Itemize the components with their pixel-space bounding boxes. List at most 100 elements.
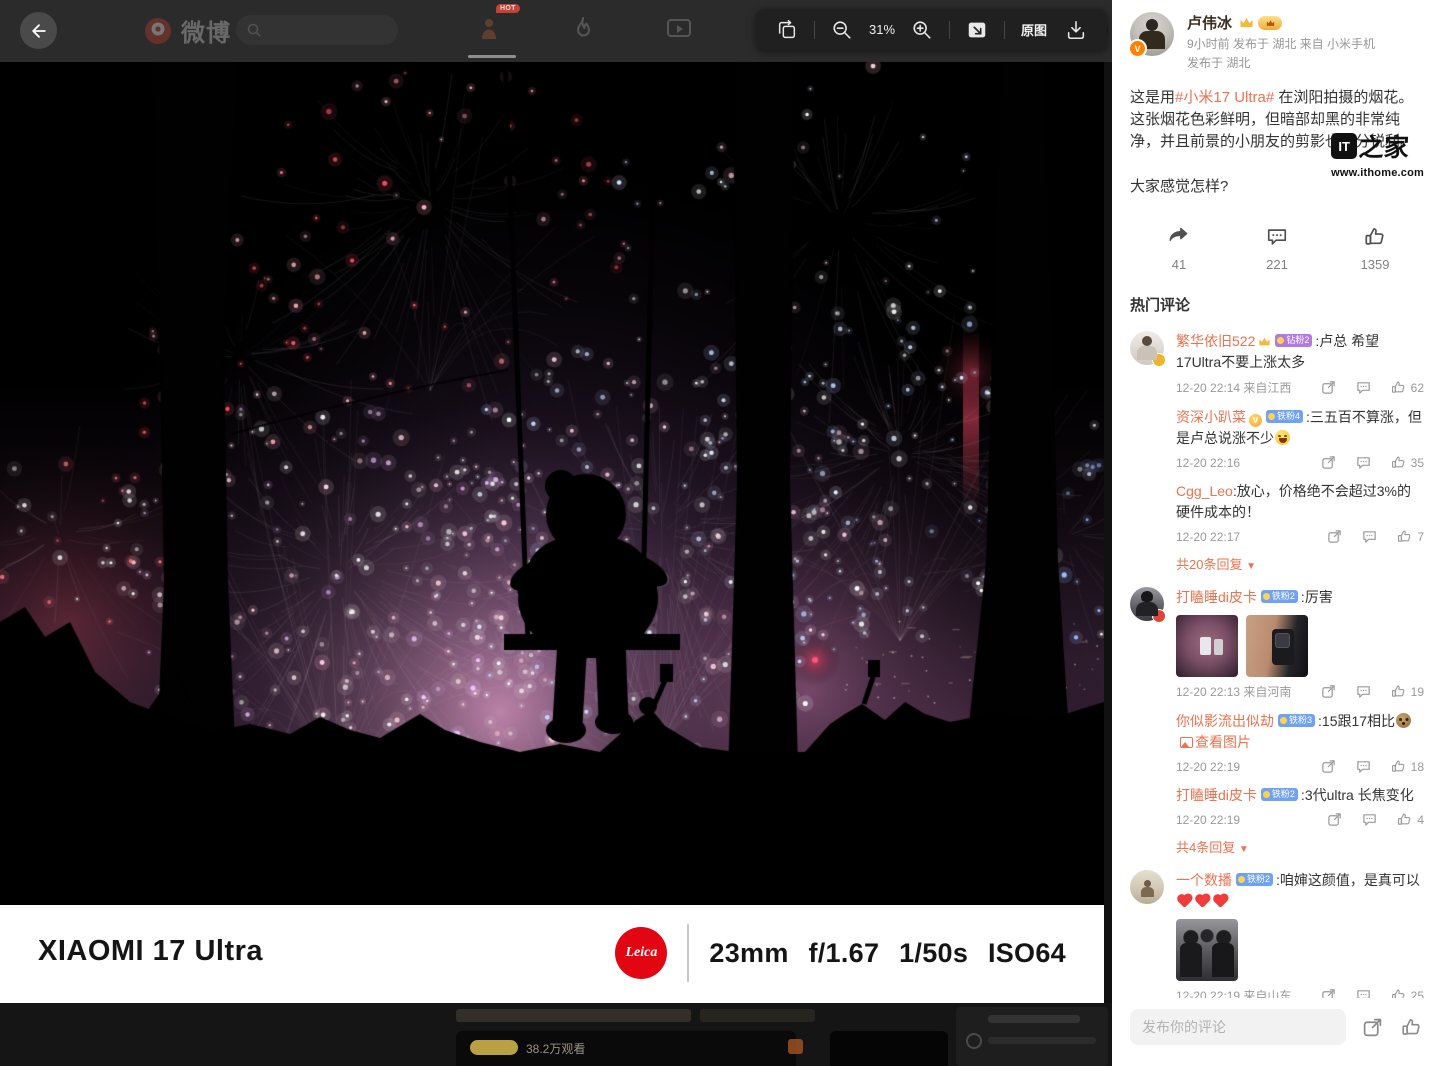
comment-meta: 12-20 22:19 18 xyxy=(1176,759,1424,774)
comment-share-button[interactable] xyxy=(1321,455,1336,470)
chevron-down-icon: ▼ xyxy=(1238,844,1249,855)
dimmed-live-badge xyxy=(470,1040,518,1055)
like-stat[interactable]: 1359 xyxy=(1326,226,1424,272)
comment-content: 繁华依旧522 钻粉2:卢总 希望17Ultra不要上涨太多 xyxy=(1176,331,1424,373)
comment-share-button[interactable] xyxy=(1327,529,1342,544)
thumb-up-icon xyxy=(1391,989,1404,998)
comment-time: 12-20 22:14 来自江西 xyxy=(1176,381,1292,395)
comment-like-button[interactable]: 62 xyxy=(1391,380,1424,395)
author-name[interactable]: 卢伟冰 xyxy=(1187,12,1232,33)
active-tab-underline xyxy=(468,55,516,58)
share-stat[interactable]: 41 xyxy=(1130,226,1228,272)
fireworks-photo[interactable] xyxy=(0,62,1104,905)
commenter-avatar[interactable] xyxy=(1130,587,1166,623)
comment-share-button[interactable] xyxy=(1321,759,1336,774)
comment-reply-button[interactable] xyxy=(1362,812,1377,827)
heart-emoji-icon xyxy=(1214,895,1227,908)
original-image-button[interactable]: 原图 xyxy=(1019,18,1049,41)
comment-content: 资深小趴菜 V 铁粉4:三五百不算涨，但是卢总说涨不少 xyxy=(1176,407,1424,449)
nav-flame-icon[interactable] xyxy=(568,14,598,44)
comment-image-thumbnail[interactable] xyxy=(1176,615,1238,677)
comment-time: 12-20 22:19 来自山东 xyxy=(1176,989,1292,998)
commenter-name[interactable]: 打瞌睡di皮卡 xyxy=(1176,589,1257,605)
rotate-image-button[interactable] xyxy=(774,17,800,43)
weibo-logo[interactable]: 微博 xyxy=(142,13,231,48)
commenter-name[interactable]: 打瞌睡di皮卡 xyxy=(1176,787,1257,803)
commenter-name[interactable]: Cgg_Leo xyxy=(1176,483,1233,499)
comment-share-button[interactable] xyxy=(1327,812,1342,827)
comment-like-button[interactable]: 19 xyxy=(1391,684,1424,699)
avatar-corner-badge xyxy=(1152,609,1166,623)
comment-meta: 12-20 22:13 来自河南 19 xyxy=(1176,683,1424,700)
toolbar-divider xyxy=(949,20,951,39)
nav-video-icon[interactable] xyxy=(664,14,694,44)
comment-reply-button[interactable] xyxy=(1356,380,1371,395)
thumb-up-icon xyxy=(1398,530,1411,542)
reply-item: 资深小趴菜 V 铁粉4:三五百不算涨，但是卢总说涨不少 12-20 22:16 35 xyxy=(1176,407,1424,470)
comment-like-button[interactable]: 4 xyxy=(1397,812,1424,827)
comment-reply-button[interactable] xyxy=(1362,529,1377,544)
rotate-icon xyxy=(778,19,796,38)
fit-screen-button[interactable] xyxy=(964,17,990,43)
fan-badge: 铁粉3 xyxy=(1278,714,1316,727)
download-button[interactable] xyxy=(1063,17,1089,43)
comment-image-thumbnail[interactable] xyxy=(1176,919,1238,981)
more-replies-link[interactable]: 共20条回复 ▼ xyxy=(1176,554,1424,573)
comment-like-button[interactable]: 25 xyxy=(1391,988,1424,998)
hot-comments-heading: 热门评论 xyxy=(1130,297,1191,314)
commenter-name[interactable]: 一个数播 xyxy=(1176,872,1232,888)
share-post-button[interactable] xyxy=(1360,1015,1385,1040)
nav-hot-icon[interactable] xyxy=(476,14,506,44)
comment-like-button[interactable]: 35 xyxy=(1391,455,1424,470)
chevron-down-icon: ▼ xyxy=(1246,561,1256,572)
comment-like-count: 7 xyxy=(1417,529,1424,544)
membership-badge xyxy=(1258,15,1283,30)
post-header: V 卢伟冰 9小时前 发布于 湖北 来自 小米手机 发布于 湖北 xyxy=(1128,12,1424,71)
fan-badge: 铁粉2 xyxy=(1260,788,1298,801)
comment-bubble-icon xyxy=(1356,761,1370,773)
comment-time: 12-20 22:17 xyxy=(1176,529,1241,544)
comment-reply-button[interactable] xyxy=(1356,759,1371,774)
comment-image-thumbnail[interactable] xyxy=(1246,615,1308,677)
fan-badge: 铁粉2 xyxy=(1236,873,1274,886)
author-avatar[interactable]: V xyxy=(1128,12,1174,58)
commenter-name[interactable]: 繁华依旧522 xyxy=(1176,333,1255,349)
comment-like-button[interactable]: 18 xyxy=(1391,759,1424,774)
search-input[interactable] xyxy=(236,15,398,45)
comment-reply-button[interactable] xyxy=(1356,684,1371,699)
zoom-in-button[interactable] xyxy=(909,17,935,43)
comment-reply-button[interactable] xyxy=(1356,988,1371,998)
comment-text: 3代ultra 长焦变化 xyxy=(1304,787,1414,803)
commenter-name[interactable]: 你似影流出似劫 xyxy=(1176,713,1274,729)
commenter-avatar[interactable] xyxy=(1130,870,1164,904)
comment-share-button[interactable] xyxy=(1321,380,1336,395)
comment-meta: 12-20 22:14 来自江西 62 xyxy=(1176,379,1424,396)
comment-share-button[interactable] xyxy=(1321,684,1336,699)
comment-bubble-icon xyxy=(1363,814,1377,826)
weibo-navbar: 微博 HOT 31% 原图 xyxy=(0,0,1112,62)
comment-reply-button[interactable] xyxy=(1356,455,1371,470)
commenter-name[interactable]: 资深小趴菜 xyxy=(1176,409,1246,425)
comment-share-button[interactable] xyxy=(1321,988,1336,998)
weibo-logo-text: 微博 xyxy=(181,20,231,47)
comment-body: 打瞌睡di皮卡 铁粉2:厉害 12-20 22:13 来自河南 19 你似影流出似劫 铁粉… xyxy=(1176,587,1424,856)
comment-content: 一个数播 铁粉2:咱婶这颜值，是真可以 xyxy=(1176,870,1424,912)
view-image-link[interactable]: 查看图片 xyxy=(1176,734,1251,750)
comment-count: 221 xyxy=(1266,257,1288,272)
comment-stat[interactable]: 221 xyxy=(1228,226,1326,272)
hashtag-link[interactable]: #小米17 Ultra# xyxy=(1175,89,1274,106)
fan-badge: 钻粉2 xyxy=(1275,334,1313,347)
zoom-out-button[interactable] xyxy=(829,17,855,43)
device-name: XIAOMI 17 Ultra xyxy=(38,935,264,967)
hot-badge: HOT xyxy=(496,4,520,13)
commenter-avatar[interactable] xyxy=(1130,331,1166,367)
more-replies-link[interactable]: 共4条回复 ▼ xyxy=(1176,837,1424,856)
thumb-up-icon xyxy=(1391,685,1404,697)
zoom-in-icon xyxy=(913,20,931,39)
fan-badge: 铁粉2 xyxy=(1260,590,1298,603)
back-button[interactable] xyxy=(20,12,57,49)
comment-input[interactable] xyxy=(1130,1009,1346,1045)
comment-like-button[interactable]: 7 xyxy=(1397,529,1424,544)
like-post-button[interactable] xyxy=(1399,1015,1424,1040)
camera-watermark-bar: XIAOMI 17 Ultra Leica 23mm f/1.67 1/50s … xyxy=(0,905,1104,1003)
